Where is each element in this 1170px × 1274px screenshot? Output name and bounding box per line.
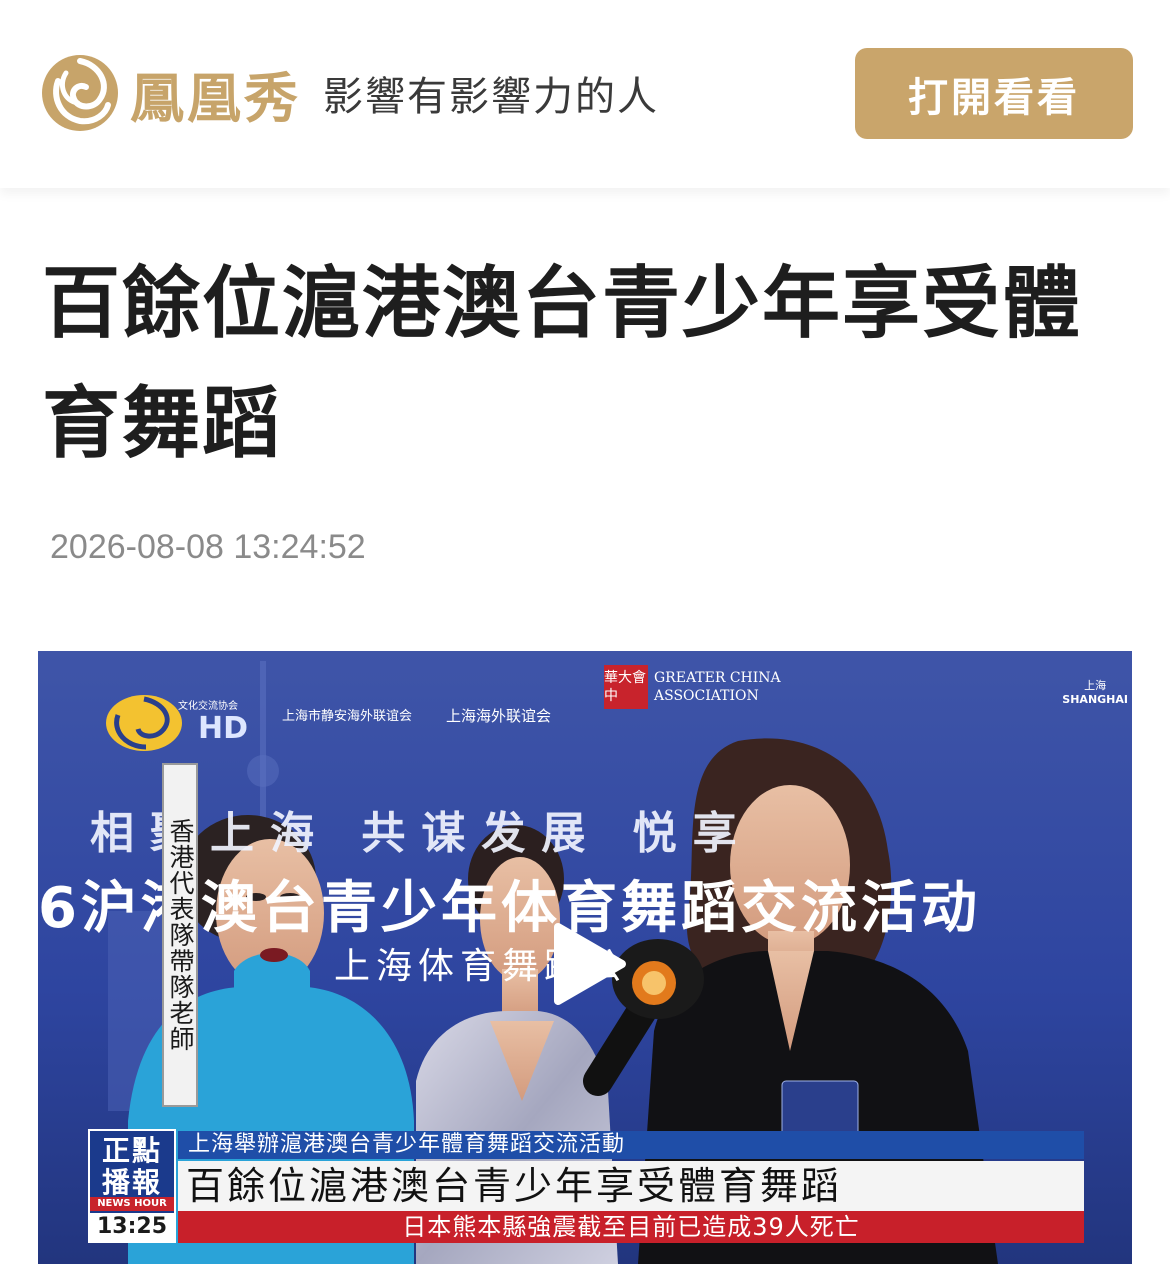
show-name-line2: 播報	[101, 1166, 162, 1199]
gca-text: GREATER CHINA ASSOCIATION	[654, 670, 781, 704]
open-app-button[interactable]: 打開看看	[855, 48, 1133, 139]
sponsor-logo: 文化交流协会	[178, 701, 238, 712]
play-icon[interactable]	[548, 919, 628, 1009]
news-headline-bar: 百餘位滬港澳台青少年享受體育舞蹈	[178, 1161, 1084, 1211]
phoenix-logo-icon	[42, 55, 118, 131]
news-hour-logo: 正點 播報 NEWS HOUR 13:25	[88, 1129, 176, 1243]
video-player[interactable]: HD 文化交流协会 上海市静安海外联谊会 上海海外联谊会 華大會中 GREATE…	[38, 651, 1132, 1264]
sponsor-logo: 上海海外联谊会	[446, 707, 552, 725]
hd-label: HD	[198, 711, 249, 746]
gca-mark: 華大會中	[604, 665, 648, 709]
app-header: 鳳凰秀 影響有影響力的人 打開看看	[0, 0, 1170, 188]
article-timestamp: 2026-08-08 13:24:52	[50, 528, 366, 566]
greater-china-association-logo: 華大會中 GREATER CHINA ASSOCIATION	[604, 665, 781, 709]
speaker-caption: 香港代表隊帶隊老師	[162, 763, 198, 1107]
show-name-line1: 正點	[101, 1134, 162, 1167]
brand[interactable]: 鳳凰秀 影響有影響力的人	[38, 52, 659, 134]
broadcast-clock: 13:25	[90, 1213, 174, 1241]
brand-slogan: 影響有影響力的人	[323, 74, 659, 120]
brand-name: 鳳凰秀	[130, 65, 301, 130]
show-name-en: NEWS HOUR	[90, 1197, 174, 1211]
shanghai-logo: 上海 SHANGHAI	[1062, 679, 1128, 706]
sponsor-logo: 上海市静安海外联谊会	[282, 709, 413, 724]
news-topic-bar: 上海舉辦滬港澳台青少年體育舞蹈交流活動	[178, 1131, 1084, 1159]
article-title: 百餘位滬港澳台青少年享受體育舞蹈	[42, 259, 1083, 469]
news-ticker: 日本熊本縣強震截至目前已造成39人死亡	[178, 1211, 1084, 1243]
